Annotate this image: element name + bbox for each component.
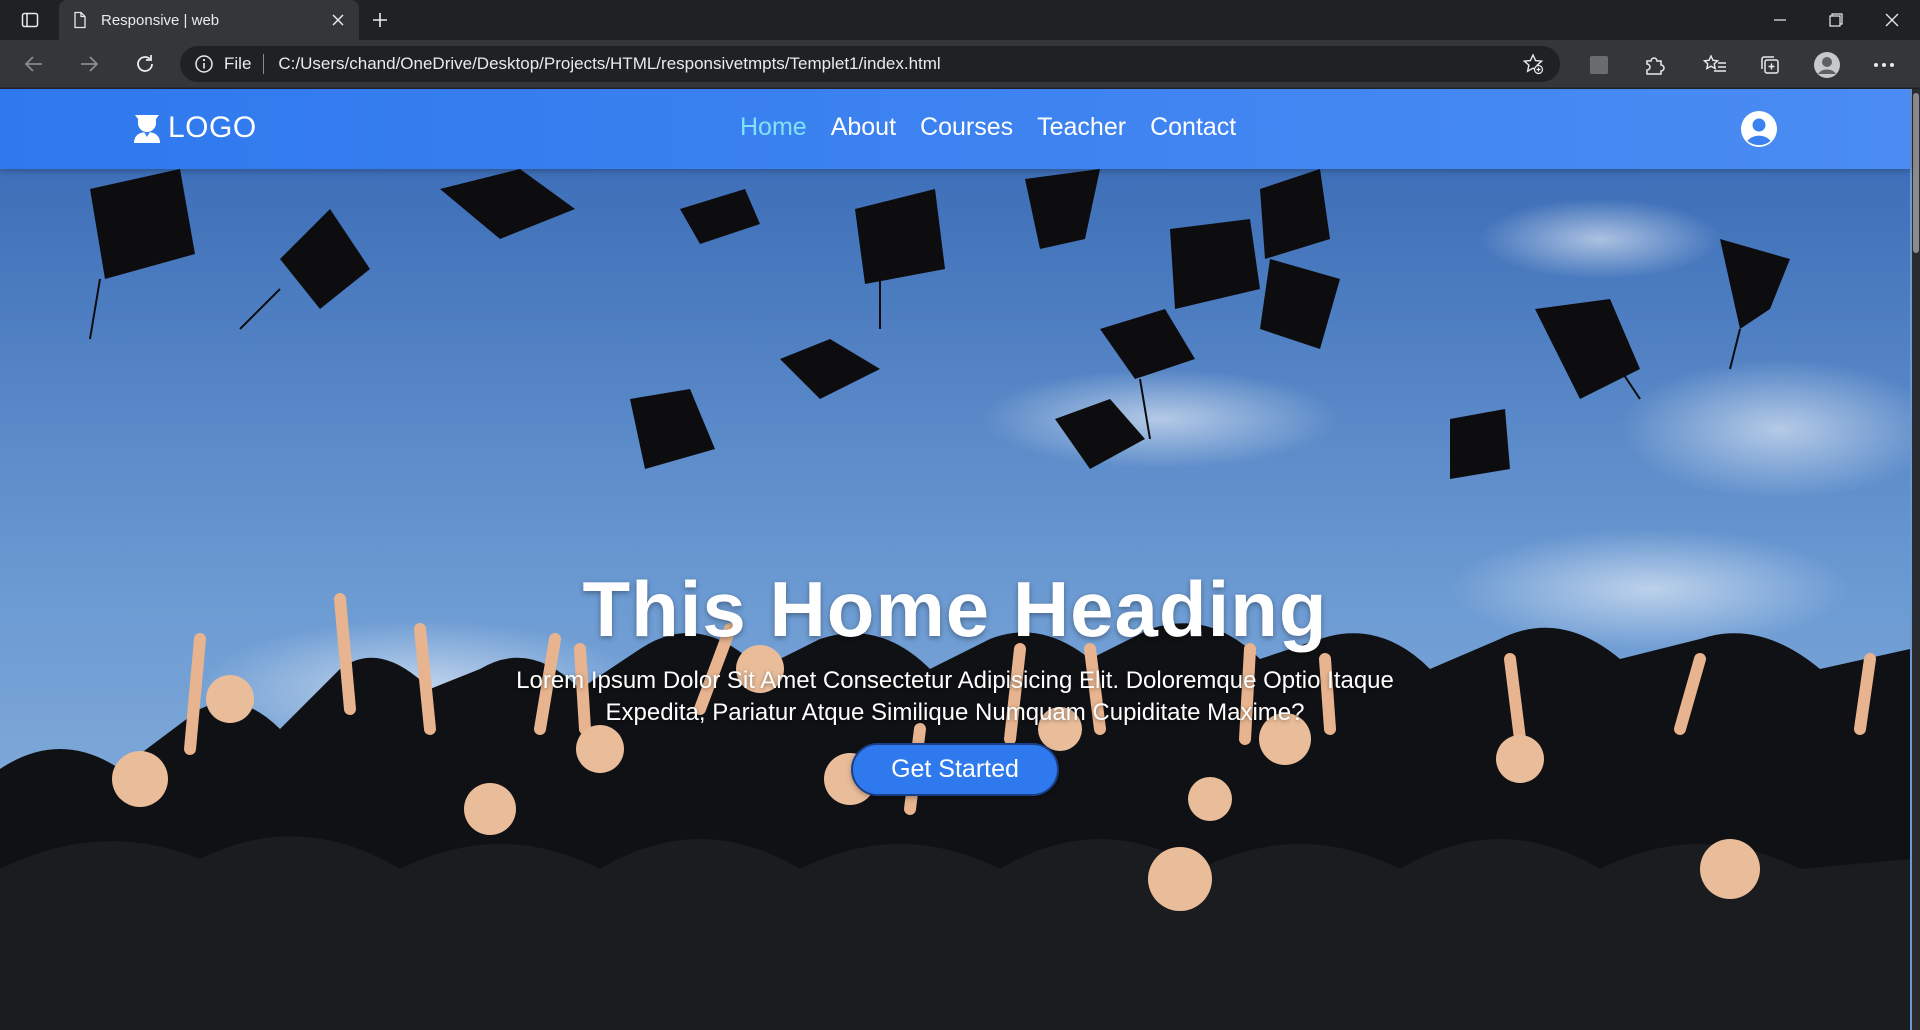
hero-subtitle: Lorem Ipsum Dolor Sit Amet Consectetur A… <box>516 667 1394 726</box>
plus-icon[interactable] <box>367 8 393 32</box>
browser-toolbar: File C:/Users/chand/OneDrive/Desktop/Pro… <box>0 40 1920 88</box>
close-icon[interactable] <box>329 11 347 29</box>
graduate-icon <box>132 112 162 144</box>
browser-tab-bar: Responsive | web <box>0 0 1920 40</box>
nav-link-contact[interactable]: Contact <box>1150 113 1236 142</box>
window-controls <box>1752 0 1920 40</box>
nav-link-courses[interactable]: Courses <box>920 113 1013 142</box>
page-scrollbar[interactable] <box>1912 89 1920 1030</box>
document-icon <box>71 11 89 29</box>
address-scheme: File <box>224 54 252 73</box>
sidebar-toggle-icon[interactable] <box>14 8 46 32</box>
site-header: LOGO Home About Courses Teacher Contact <box>0 89 1910 169</box>
puzzle-icon[interactable] <box>1639 50 1669 80</box>
extension-square-icon[interactable] <box>1584 50 1614 80</box>
logo[interactable]: LOGO <box>132 111 257 145</box>
tab-title: Responsive | web <box>101 11 220 29</box>
forward-arrow-icon[interactable] <box>75 50 103 78</box>
back-arrow-icon[interactable] <box>20 50 48 78</box>
hero-section: This Home Heading Lorem Ipsum Dolor Sit … <box>0 169 1910 1030</box>
info-icon[interactable] <box>194 54 214 74</box>
window-close-icon[interactable] <box>1864 0 1920 40</box>
hero-content: This Home Heading Lorem Ipsum Dolor Sit … <box>0 564 1910 796</box>
browser-tab[interactable]: Responsive | web <box>59 0 359 40</box>
collections-icon[interactable] <box>1755 50 1785 80</box>
user-circle-icon[interactable] <box>1740 110 1778 148</box>
logo-text: LOGO <box>168 111 257 144</box>
nav-link-home[interactable]: Home <box>740 113 807 142</box>
nav-link-about[interactable]: About <box>831 113 896 142</box>
profile-icon[interactable] <box>1812 50 1842 80</box>
get-started-button[interactable]: Get Started <box>851 743 1059 796</box>
nav-link-teacher[interactable]: Teacher <box>1037 113 1126 142</box>
restore-icon[interactable] <box>1808 0 1864 40</box>
web-page: LOGO Home About Courses Teacher Contact <box>0 89 1920 1030</box>
address-divider <box>263 54 265 74</box>
scrollbar-thumb[interactable] <box>1913 93 1919 253</box>
minimize-icon[interactable] <box>1752 0 1808 40</box>
reload-icon[interactable] <box>131 50 159 78</box>
address-bar[interactable]: File C:/Users/chand/OneDrive/Desktop/Pro… <box>180 46 1560 82</box>
add-favorite-icon[interactable] <box>1520 51 1546 77</box>
main-nav: Home About Courses Teacher Contact <box>740 113 1236 142</box>
more-icon[interactable] <box>1869 50 1899 80</box>
address-url[interactable]: C:/Users/chand/OneDrive/Desktop/Projects… <box>278 54 1520 74</box>
hero-title: This Home Heading <box>582 565 1328 653</box>
favorites-icon[interactable] <box>1700 50 1730 80</box>
